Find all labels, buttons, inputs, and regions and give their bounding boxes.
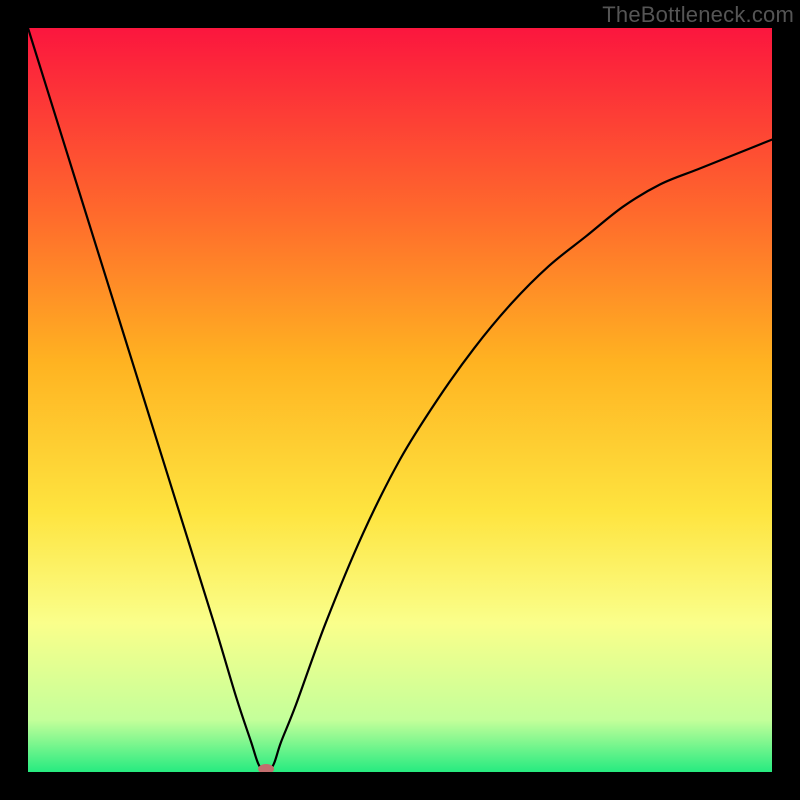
chart-frame: TheBottleneck.com — [0, 0, 800, 800]
bottleneck-chart — [28, 28, 772, 772]
gradient-background — [28, 28, 772, 772]
watermark-text: TheBottleneck.com — [602, 2, 794, 28]
